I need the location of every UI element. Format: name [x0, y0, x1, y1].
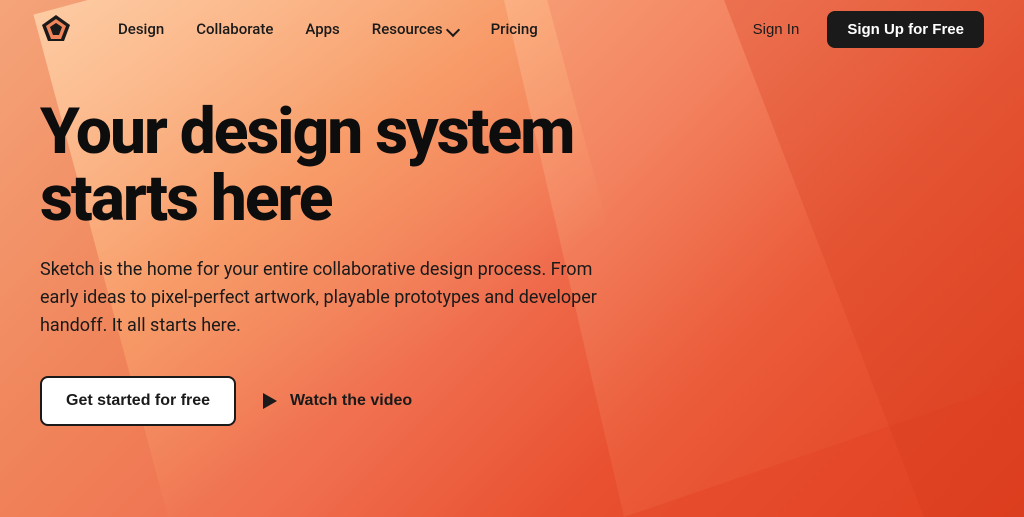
brand-logo[interactable]	[40, 13, 72, 45]
watch-video-label: Watch the video	[290, 392, 412, 410]
nav-link-resources[interactable]: Resources	[358, 12, 473, 46]
play-icon	[260, 391, 280, 411]
sign-in-button[interactable]: Sign In	[737, 13, 816, 46]
get-started-button[interactable]: Get started for free	[40, 376, 236, 426]
page-wrapper: Design Collaborate Apps Resources Pricin…	[0, 0, 1024, 517]
nav-link-pricing[interactable]: Pricing	[477, 12, 552, 46]
nav-link-design[interactable]: Design	[104, 12, 178, 46]
chevron-down-icon	[447, 23, 459, 35]
hero-actions: Get started for free Watch the video	[40, 376, 660, 426]
signup-button[interactable]: Sign Up for Free	[827, 11, 984, 48]
watch-video-button[interactable]: Watch the video	[260, 391, 412, 411]
nav-link-collaborate[interactable]: Collaborate	[182, 12, 287, 46]
nav-link-apps[interactable]: Apps	[291, 12, 353, 46]
hero-description: Sketch is the home for your entire colla…	[40, 256, 600, 340]
nav-links: Design Collaborate Apps Resources Pricin…	[104, 12, 737, 46]
nav-actions: Sign In Sign Up for Free	[737, 11, 984, 48]
navbar: Design Collaborate Apps Resources Pricin…	[0, 0, 1024, 58]
hero-title: Your design system starts here	[40, 98, 660, 232]
hero-section: Your design system starts here Sketch is…	[0, 58, 700, 426]
